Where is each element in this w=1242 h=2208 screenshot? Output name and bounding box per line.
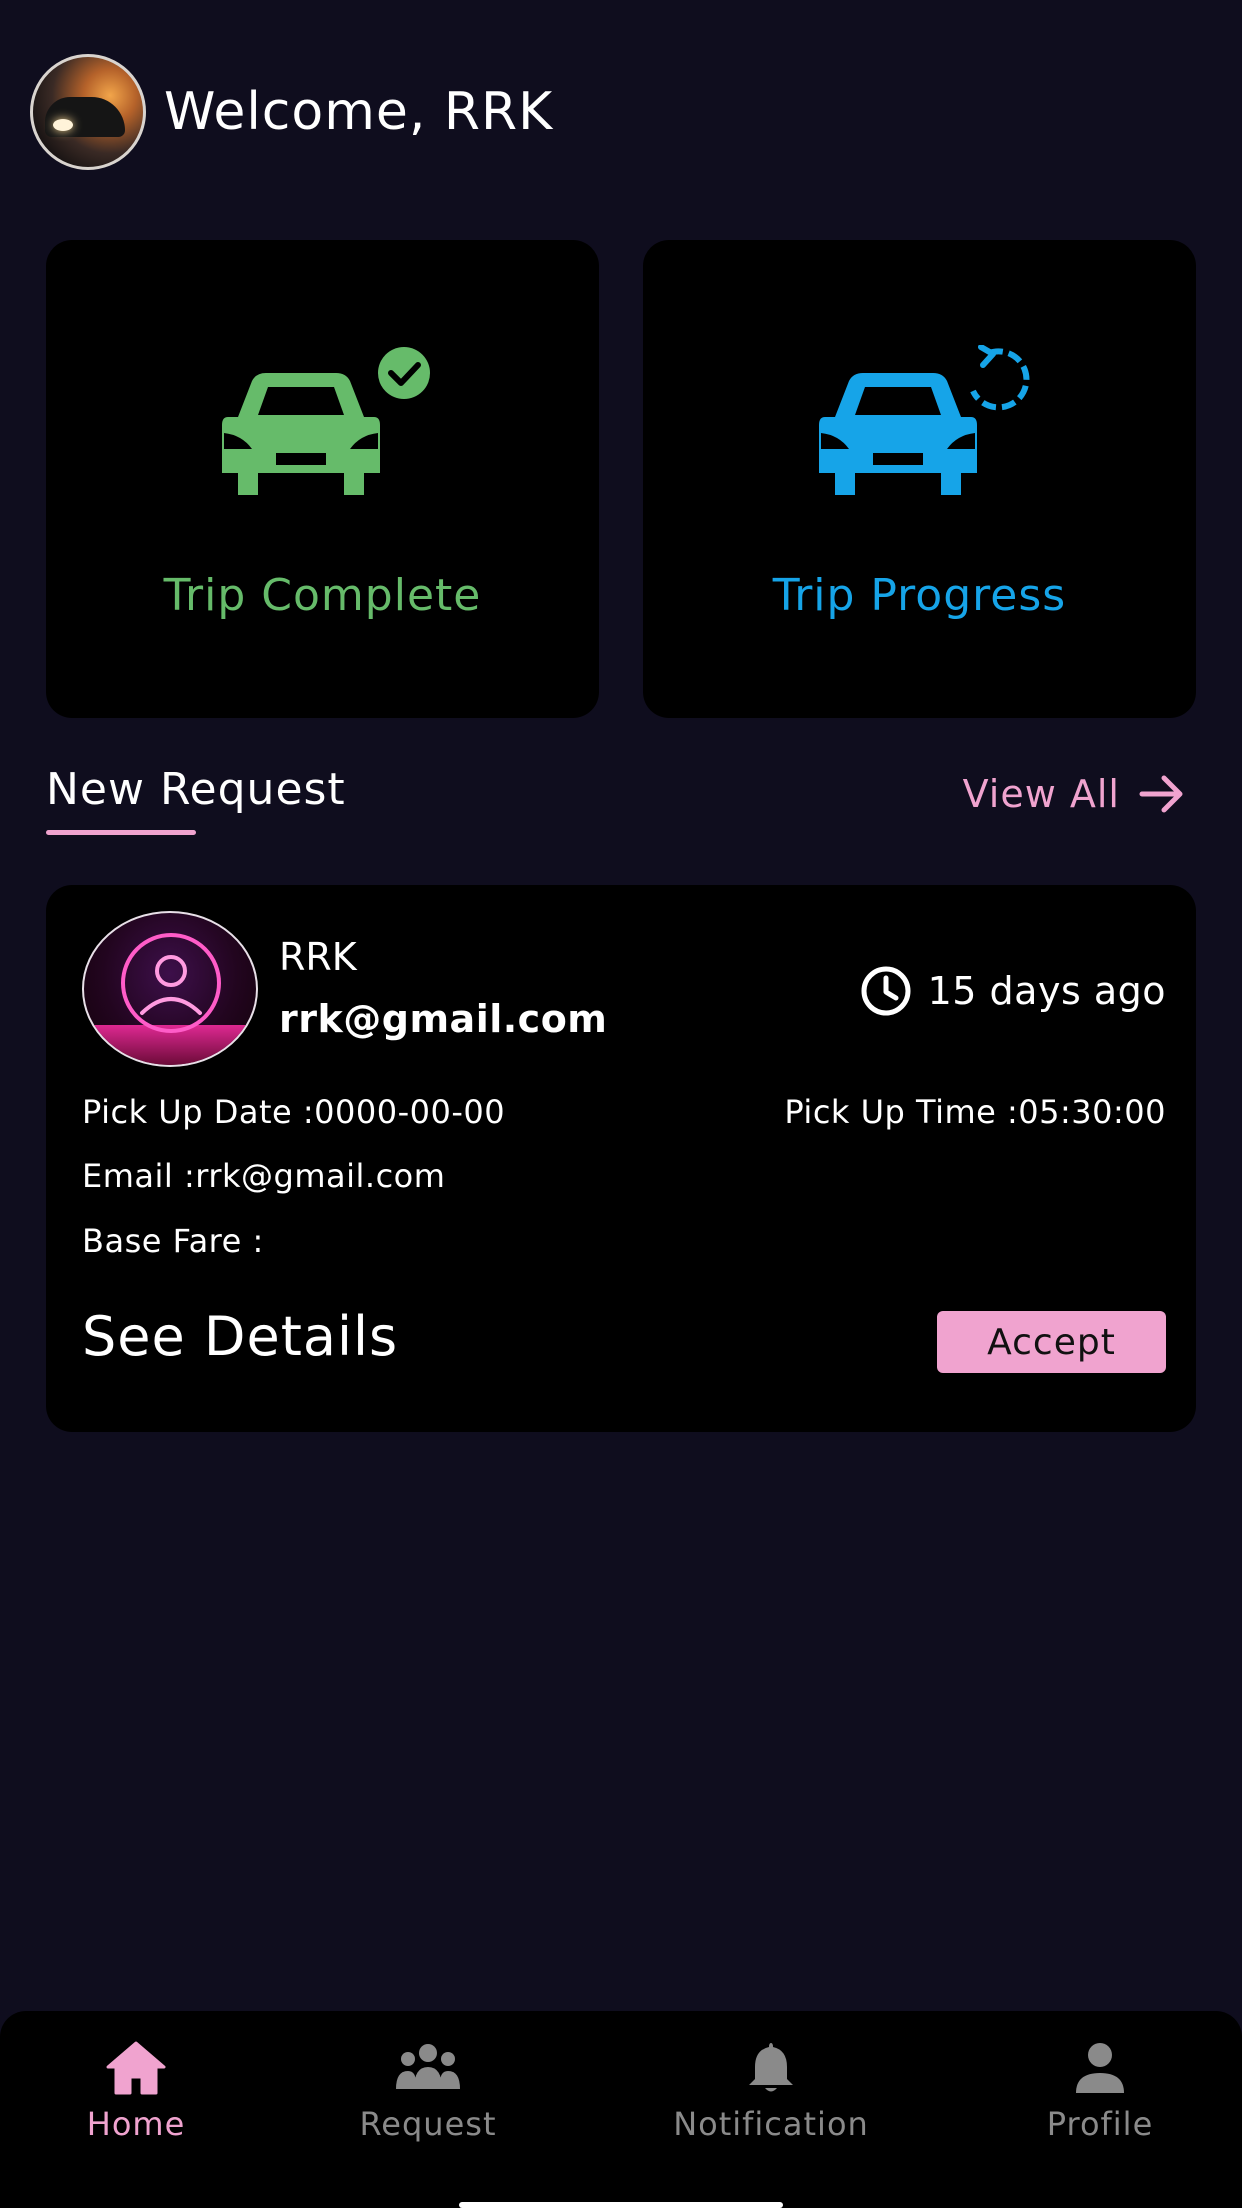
request-card[interactable]: RRK rrk@gmail.com 15 days ago Pick Up Da… (46, 885, 1196, 1432)
request-time: 15 days ago (860, 965, 1166, 1017)
nav-label-request: Request (359, 2105, 497, 2143)
trip-complete-label: Trip Complete (163, 570, 482, 621)
clock-icon (861, 966, 911, 1016)
time-ago-text: 15 days ago (927, 969, 1166, 1013)
base-fare: Base Fare : (82, 1222, 264, 1260)
avatar-headlight (53, 119, 73, 131)
trip-progress-label: Trip Progress (772, 570, 1067, 621)
welcome-title: Welcome, RRK (164, 82, 554, 142)
nav-item-profile[interactable]: Profile (970, 2039, 1230, 2143)
section-title: New Request (46, 764, 346, 815)
nav-label-home: Home (86, 2105, 186, 2143)
neon-person-icon (121, 933, 221, 1033)
home-indicator (459, 2202, 783, 2208)
avatar-car-image (45, 97, 125, 137)
bottom-navigation: Home Request Notification Profile (0, 2011, 1242, 2208)
see-details-link[interactable]: See Details (82, 1305, 398, 1368)
arrow-right-icon (1139, 775, 1183, 813)
requester-name: RRK (279, 935, 357, 979)
accept-button[interactable]: Accept (937, 1311, 1166, 1373)
trip-complete-card[interactable]: Trip Complete (46, 240, 599, 718)
header: Welcome, RRK (30, 54, 554, 170)
nav-item-home[interactable]: Home (6, 2039, 266, 2143)
nav-item-notification[interactable]: Notification (641, 2039, 901, 2143)
car-progress-icon (818, 345, 1029, 495)
home-icon (106, 2041, 166, 2095)
view-all-link[interactable]: View All (963, 772, 1186, 816)
email-line: Email :rrk@gmail.com (82, 1157, 446, 1195)
new-request-section-header: New Request View All (46, 764, 1196, 844)
pickup-date: Pick Up Date :0000-00-00 (82, 1093, 506, 1131)
view-all-label: View All (962, 772, 1120, 816)
person-icon (1076, 2043, 1124, 2093)
user-avatar[interactable] (30, 54, 146, 170)
group-icon (396, 2044, 460, 2089)
nav-label-profile: Profile (1046, 2105, 1154, 2143)
requester-avatar (82, 911, 258, 1067)
nav-item-request[interactable]: Request (298, 2039, 558, 2143)
requester-email: rrk@gmail.com (279, 997, 608, 1041)
car-check-icon (221, 347, 430, 495)
pickup-time: Pick Up Time :05:30:00 (784, 1093, 1166, 1131)
nav-label-notification: Notification (673, 2105, 869, 2143)
section-underline (46, 830, 196, 835)
bell-icon (749, 2043, 793, 2092)
trip-progress-card[interactable]: Trip Progress (643, 240, 1196, 718)
